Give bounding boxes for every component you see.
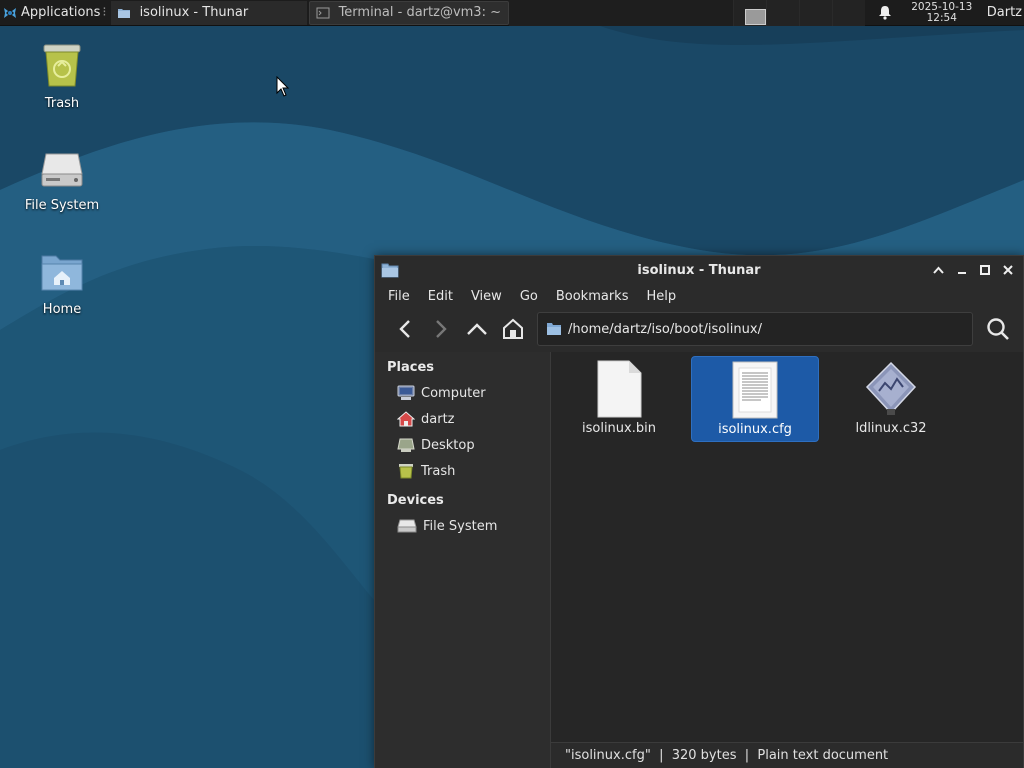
trash-icon xyxy=(399,464,413,479)
desktop-icon-file-system[interactable]: File System xyxy=(14,146,110,213)
sidebar-header-devices: Devices xyxy=(387,493,444,508)
taskbar-item-label: isolinux - Thunar xyxy=(139,5,249,20)
thunar-window: isolinux - Thunar File Edit View Go Book… xyxy=(374,255,1024,768)
taskbar-item-terminal[interactable]: Terminal - dartz@vm3: ~ xyxy=(308,0,509,25)
sidebar-item-label: Trash xyxy=(421,463,456,479)
taskbar-item-thunar[interactable]: isolinux - Thunar xyxy=(110,0,307,25)
file-name: isolinux.bin xyxy=(582,421,656,436)
sidebar-item-trash[interactable]: Trash xyxy=(375,458,550,484)
drive-icon xyxy=(41,153,83,187)
chevron-up-icon xyxy=(933,266,944,274)
user-menu-button[interactable]: Dartz xyxy=(979,5,1024,20)
workspace-switcher xyxy=(732,0,865,26)
desktop-icon-label: Home xyxy=(42,302,82,317)
file-name: isolinux.cfg xyxy=(718,422,792,437)
menu-view[interactable]: View xyxy=(462,289,511,304)
desktop-icon-label: Trash xyxy=(44,96,80,111)
arrow-left-icon xyxy=(399,320,410,338)
terminal-icon xyxy=(316,7,330,18)
home-icon xyxy=(503,318,523,339)
bell-icon xyxy=(878,6,891,20)
desktop-icon-label: File System xyxy=(24,198,100,213)
file-view[interactable]: isolinux.bin isolinux.cfg ldlinux.c32 xyxy=(551,352,1023,768)
drive-icon xyxy=(397,519,417,533)
window-title: isolinux - Thunar xyxy=(637,262,761,278)
workspace-2[interactable] xyxy=(765,0,799,26)
top-panel: Applications ⁝ isolinux - Thunar Termina… xyxy=(0,0,1024,26)
panel-spacer xyxy=(508,0,733,26)
sidebar-item-desktop[interactable]: Desktop xyxy=(375,432,550,458)
menu-edit[interactable]: Edit xyxy=(419,289,462,304)
status-text: "isolinux.cfg" | 320 bytes | Plain text … xyxy=(565,748,889,763)
minimize-icon xyxy=(957,272,966,274)
sidebar-item-label: File System xyxy=(423,518,498,534)
mouse-cursor-icon xyxy=(276,76,290,97)
forward-button[interactable] xyxy=(423,313,459,345)
close-button[interactable] xyxy=(996,261,1019,279)
menu-help[interactable]: Help xyxy=(637,289,685,304)
search-button[interactable] xyxy=(981,312,1015,346)
notifications-button[interactable] xyxy=(865,0,905,26)
sidebar-item-computer[interactable]: Computer xyxy=(375,380,550,406)
taskbar-item-label: Terminal - dartz@vm3: ~ xyxy=(338,5,501,20)
desktop-icon xyxy=(397,438,415,452)
applications-separator: ⁝ xyxy=(102,5,107,20)
clock-date: 2025-10-13 xyxy=(911,0,973,13)
sidebar-item-dartz[interactable]: dartz xyxy=(375,406,550,432)
menu-go[interactable]: Go xyxy=(511,289,547,304)
arrow-up-icon xyxy=(467,323,487,335)
file-name: ldlinux.c32 xyxy=(855,421,927,436)
desktop-icon-home[interactable]: Home xyxy=(14,250,110,317)
menu-bookmarks[interactable]: Bookmarks xyxy=(547,289,638,304)
applications-label: Applications xyxy=(21,5,101,20)
xfce-logo-icon xyxy=(4,7,16,18)
folder-icon xyxy=(381,263,399,278)
file-item-isolinux-cfg[interactable]: isolinux.cfg xyxy=(691,356,819,442)
text-file-icon xyxy=(732,361,778,419)
maximize-icon xyxy=(979,265,990,275)
workspace-3[interactable] xyxy=(798,0,832,26)
sidebar-item-file-system[interactable]: File System xyxy=(375,513,550,539)
trash-icon xyxy=(43,44,81,87)
clock-time: 12:54 xyxy=(926,11,957,24)
back-button[interactable] xyxy=(387,313,423,345)
parent-folder-button[interactable] xyxy=(459,313,495,345)
minimize-button[interactable] xyxy=(950,261,973,279)
user-home-icon xyxy=(397,411,415,427)
home-folder-icon xyxy=(41,255,83,291)
sidebar-item-label: Desktop xyxy=(421,437,475,453)
menu-bar: File Edit View Go Bookmarks Help xyxy=(375,284,1023,308)
clock[interactable]: 2025-10-13 12:54 xyxy=(905,0,979,24)
executable-file-icon xyxy=(865,361,917,415)
workspace-1[interactable] xyxy=(732,0,766,26)
location-bar[interactable]: /home/dartz/iso/boot/isolinux/ xyxy=(537,312,973,346)
folder-icon xyxy=(117,8,130,18)
workspace-4[interactable] xyxy=(831,0,865,26)
folder-icon xyxy=(547,323,561,335)
file-item-isolinux-bin[interactable]: isolinux.bin xyxy=(555,356,683,442)
shade-button[interactable] xyxy=(927,261,950,279)
file-item-ldlinux-c32[interactable]: ldlinux.c32 xyxy=(827,356,955,442)
menu-file[interactable]: File xyxy=(379,289,419,304)
window-titlebar[interactable]: isolinux - Thunar xyxy=(375,256,1023,284)
close-icon xyxy=(1002,265,1013,275)
home-button[interactable] xyxy=(495,313,531,345)
toolbar: /home/dartz/iso/boot/isolinux/ xyxy=(375,308,1023,350)
sidebar: Places Computer dartz Desktop Trash Devi… xyxy=(375,352,551,768)
applications-menu-button[interactable]: Applications ⁝ xyxy=(0,0,111,26)
search-icon xyxy=(987,318,1009,340)
sidebar-header-places: Places xyxy=(387,360,435,375)
maximize-button[interactable] xyxy=(973,261,996,279)
binary-file-icon xyxy=(597,360,642,418)
sidebar-item-label: Computer xyxy=(421,385,486,401)
computer-icon xyxy=(397,385,415,400)
desktop-icon-trash[interactable]: Trash xyxy=(14,40,110,111)
arrow-right-icon xyxy=(436,320,447,338)
status-bar: "isolinux.cfg" | 320 bytes | Plain text … xyxy=(551,742,1023,768)
location-path: /home/dartz/iso/boot/isolinux/ xyxy=(568,321,762,337)
sidebar-item-label: dartz xyxy=(421,411,455,427)
